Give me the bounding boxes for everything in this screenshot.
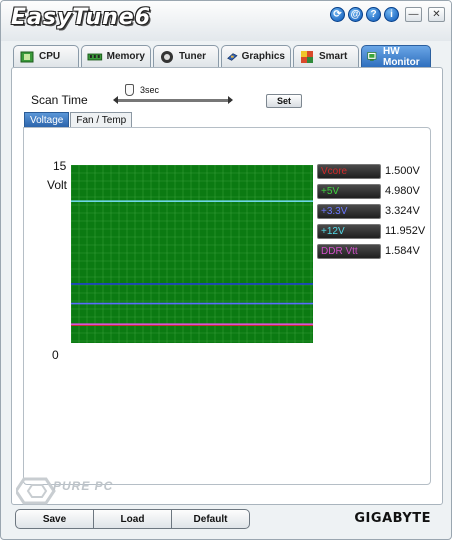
scan-time-slider[interactable]	[116, 99, 231, 102]
reading-label: +5V	[317, 184, 381, 199]
set-button[interactable]: Set	[266, 94, 302, 108]
tab-tuner[interactable]: Tuner	[153, 45, 219, 67]
update-icon[interactable]: ⟳	[330, 7, 345, 22]
reading-value: 1.500V	[385, 165, 420, 177]
reading-value: 11.952V	[385, 225, 426, 237]
y-axis-max-label: 15	[53, 159, 67, 173]
save-button[interactable]: Save	[16, 510, 93, 528]
load-button[interactable]: Load	[93, 510, 171, 528]
slider-left-arrow-icon[interactable]	[113, 96, 118, 104]
y-axis-unit-label: Volt	[47, 178, 68, 192]
scan-time-value: 3sec	[140, 85, 160, 95]
default-button[interactable]: Default	[171, 510, 249, 528]
reading-label: DDR Vtt	[317, 244, 381, 259]
help-icon[interactable]: ?	[366, 7, 381, 22]
graph-background	[71, 165, 313, 343]
voltage-graph	[71, 165, 313, 343]
reading-value: 4.980V	[385, 185, 420, 197]
reading-value: 1.584V	[385, 245, 420, 257]
reading-3v3: +3.3V 3.324V	[317, 204, 447, 220]
reading-ddr-vtt: DDR Vtt 1.584V	[317, 244, 447, 260]
reading-vcore: Vcore 1.500V	[317, 164, 447, 180]
tuner-gauge-icon	[161, 50, 173, 63]
title-bar: EasyTune6 ⟳ @ ? i — ✕	[1, 1, 451, 41]
gigabyte-logo: GIGABYTE	[354, 511, 431, 526]
scan-time-label: Scan Time	[31, 93, 88, 107]
reading-12v: +12V 11.952V	[317, 224, 447, 240]
memory-module-icon	[87, 53, 103, 60]
tab-smart[interactable]: Smart	[293, 45, 359, 67]
bottom-button-group: Save Load Default	[15, 509, 250, 529]
tab-label: HW Monitor	[382, 45, 420, 68]
web-icon[interactable]: @	[348, 7, 363, 22]
reading-label: +12V	[317, 224, 381, 239]
slider-right-arrow-icon[interactable]	[228, 96, 233, 104]
smart-fan-icon	[301, 50, 313, 63]
tab-fan-temp[interactable]: Fan / Temp	[70, 112, 133, 127]
tab-label: Smart	[319, 51, 348, 62]
watermark-text: PURE PC	[53, 479, 114, 493]
close-icon[interactable]: ✕	[428, 7, 445, 22]
tab-label: Tuner	[179, 51, 207, 62]
tab-label: CPU	[39, 51, 61, 62]
tab-label: Graphics	[241, 51, 285, 62]
app-logo: EasyTune6	[11, 5, 152, 30]
titlebar-icons: ⟳ @ ? i — ✕	[330, 7, 445, 22]
sub-tabs: Voltage Fan / Temp	[24, 112, 133, 127]
tab-label: Memory	[106, 51, 145, 62]
reading-label: +3.3V	[317, 204, 381, 219]
reading-label: Vcore	[317, 164, 381, 179]
tab-cpu[interactable]: CPU	[13, 45, 79, 67]
monitor-icon	[367, 51, 377, 61]
tab-graphics[interactable]: Graphics	[221, 45, 291, 67]
tab-voltage[interactable]: Voltage	[24, 112, 70, 127]
scan-time-slider-thumb[interactable]	[125, 84, 134, 96]
minimize-icon[interactable]: —	[405, 7, 422, 22]
tab-hw-monitor[interactable]: HW Monitor	[361, 45, 431, 68]
y-axis-min-label: 0	[52, 348, 59, 362]
easytune-window: EasyTune6 ⟳ @ ? i — ✕ CPU Memory Tuner G…	[0, 0, 452, 540]
tab-memory[interactable]: Memory	[81, 45, 151, 67]
cpu-chip-icon	[20, 51, 34, 62]
reading-value: 3.324V	[385, 205, 420, 217]
info-icon[interactable]: i	[384, 7, 399, 22]
reading-5v: +5V 4.980V	[317, 184, 447, 200]
main-tabs: CPU Memory Tuner Graphics Smart HW Monit…	[13, 45, 431, 68]
graphics-card-icon	[227, 52, 238, 61]
